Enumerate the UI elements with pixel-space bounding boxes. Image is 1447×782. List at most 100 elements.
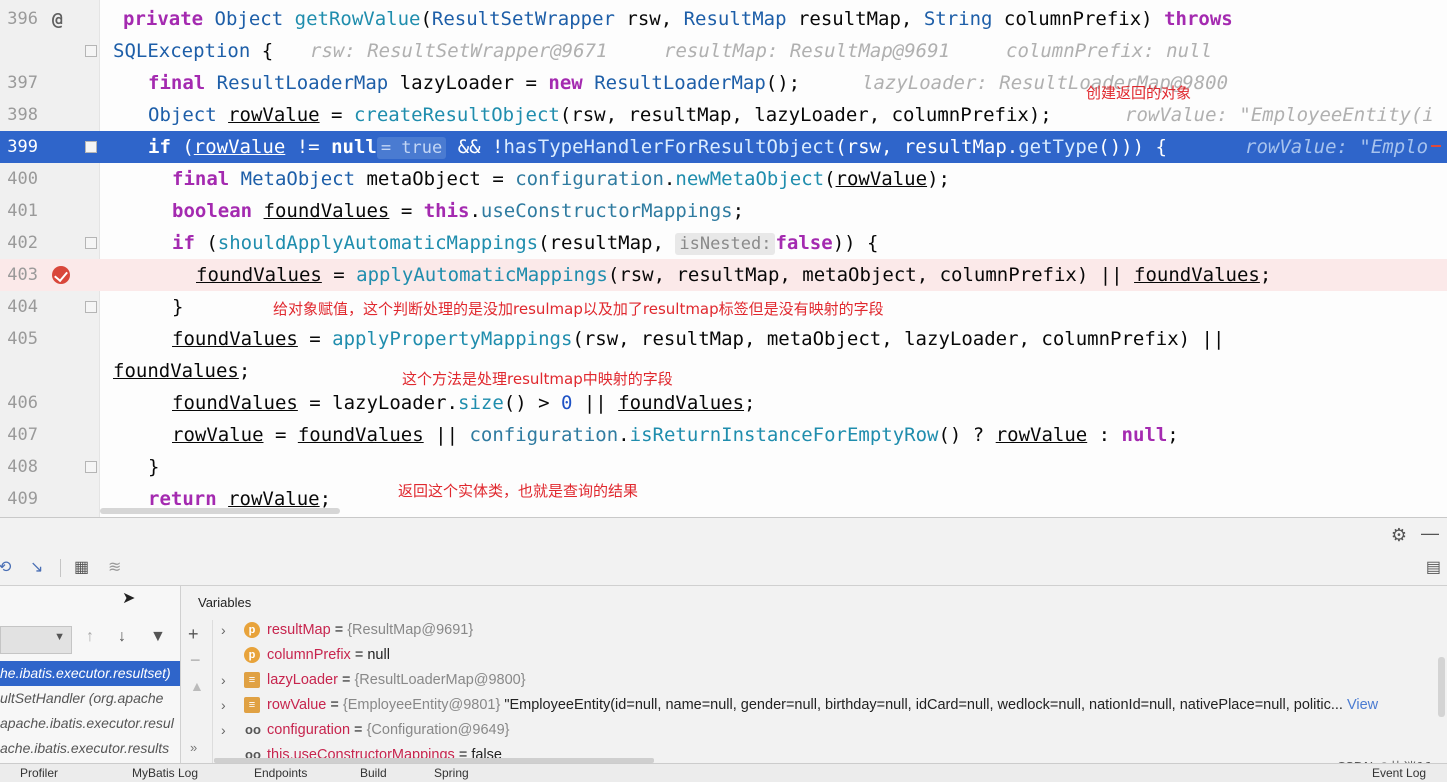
code-line-400[interactable]: 400 final MetaObject metaObject = config… xyxy=(0,163,1447,195)
debug-toolbar: ⟲ ↘ ▦ ≋ ▤ xyxy=(0,551,1447,586)
code-line-406[interactable]: 406 foundValues = lazyLoader.size() > 0 … xyxy=(0,387,1447,419)
inline-hint-resultmap: resultMap: ResultMap@9691 xyxy=(664,40,950,62)
watch-glasses-icon: oo xyxy=(245,722,261,737)
gear-icon[interactable]: ⚙ xyxy=(1391,525,1407,546)
annotation-method-mapping: 这个方法是处理resultmap中映射的字段 xyxy=(402,370,673,388)
tool-tab-spring[interactable]: Spring xyxy=(434,764,469,782)
inline-hint-rsw: rsw: ResultSetWrapper@9671 xyxy=(310,40,608,62)
code-text: if (shouldApplyAutomaticMappings(resultM… xyxy=(172,232,879,255)
breakpoint-icon[interactable] xyxy=(52,266,70,284)
code-line-396-wrap[interactable]: SQLException { rsw: ResultSetWrapper@967… xyxy=(0,35,1447,67)
code-line-397[interactable]: 397 final ResultLoaderMap lazyLoader = n… xyxy=(0,67,1447,99)
code-text: foundValues = applyPropertyMappings(rsw,… xyxy=(172,328,1225,350)
variable-row[interactable]: › ≡ lazyLoader = {ResultLoaderMap@9800} xyxy=(214,668,1447,693)
code-text: foundValues = lazyLoader.size() > 0 || f… xyxy=(172,392,756,414)
line-number: 403 xyxy=(7,265,38,285)
debug-tool-window: ⚙ — ⟲ ↘ ▦ ≋ ▤ ➤ ▼ ↑ ↓ ▼ he.ibatis.execut… xyxy=(0,517,1447,782)
line-number: 407 xyxy=(7,425,38,445)
code-line-398[interactable]: 398 Object rowValue = createResultObject… xyxy=(0,99,1447,131)
horizontal-scrollbar[interactable] xyxy=(100,508,340,514)
variable-row[interactable]: › ≡ rowValue = {EmployeeEntity@9801} "Em… xyxy=(214,693,1447,718)
parameter-icon: p xyxy=(244,647,260,663)
code-text: private Object getRowValue(ResultSetWrap… xyxy=(123,8,1233,30)
tool-tab-event-log[interactable]: Event Log xyxy=(1372,764,1426,782)
chevron-down-icon: ▼ xyxy=(54,631,65,643)
variable-row[interactable]: › oo configuration = {Configuration@9649… xyxy=(214,718,1447,743)
code-line-402[interactable]: 402 if (shouldApplyAutomaticMappings(res… xyxy=(0,227,1447,259)
variables-vscrollbar[interactable] xyxy=(1438,657,1445,717)
line-number: 409 xyxy=(7,489,38,509)
code-text: foundValues = applyAutomaticMappings(rsw… xyxy=(196,264,1272,286)
code-text: final ResultLoaderMap lazyLoader = new R… xyxy=(148,72,801,94)
code-text: boolean foundValues = this.useConstructo… xyxy=(172,200,745,222)
add-watch-icon[interactable]: + xyxy=(188,624,199,645)
code-line-401[interactable]: 401 boolean foundValues = this.useConstr… xyxy=(0,195,1447,227)
line-number: 404 xyxy=(7,297,38,317)
down-arrow-icon[interactable]: ↓ xyxy=(118,628,126,646)
restore-frame-icon[interactable]: ⟲ xyxy=(0,551,11,585)
tool-tab-build[interactable]: Build xyxy=(360,764,387,782)
code-line-405[interactable]: 405 foundValues = applyPropertyMappings(… xyxy=(0,323,1447,355)
filter-icon[interactable]: ▼ xyxy=(150,628,166,646)
code-text: SQLException { xyxy=(113,40,297,62)
tool-tab-endpoints[interactable]: Endpoints xyxy=(254,764,307,782)
expand-chevron-icon[interactable]: › xyxy=(221,693,235,718)
fold-icon[interactable] xyxy=(85,141,97,153)
mouse-cursor-icon: ➤ xyxy=(122,590,136,607)
fold-icon[interactable] xyxy=(85,237,97,249)
fold-icon[interactable] xyxy=(85,301,97,313)
remove-watch-icon[interactable]: − xyxy=(190,650,201,671)
line-number: 405 xyxy=(7,329,38,349)
code-line-403-breakpoint[interactable]: 403 foundValues = applyAutomaticMappings… xyxy=(0,259,1447,291)
bottom-tool-strip: Profiler MyBatis Log Endpoints Build Spr… xyxy=(0,763,1447,782)
thread-selector[interactable]: ▼ xyxy=(0,626,72,654)
trace-icon[interactable]: ≋ xyxy=(108,551,121,585)
view-link[interactable]: View xyxy=(1343,697,1378,713)
variable-row[interactable]: › p resultMap = {ResultMap@9691} xyxy=(214,618,1447,643)
variables-side-toolbar: + − ▲ » xyxy=(182,620,213,763)
layout-icon[interactable]: ▤ xyxy=(1426,551,1441,585)
minimize-icon[interactable]: — xyxy=(1421,523,1439,544)
expand-chevron-icon[interactable]: › xyxy=(221,718,235,743)
frame-item[interactable]: he.ibatis.executor.resultset) xyxy=(0,661,180,686)
variable-row[interactable]: p columnPrefix = null xyxy=(214,643,1447,668)
field-icon: ≡ xyxy=(244,672,260,688)
line-number: 399 xyxy=(7,137,38,157)
up-arrow-icon[interactable]: ↑ xyxy=(86,628,94,646)
override-icon[interactable]: @ xyxy=(52,9,63,30)
fold-icon[interactable] xyxy=(85,461,97,473)
code-text: final MetaObject metaObject = configurat… xyxy=(172,168,950,190)
frame-item[interactable]: apache.ibatis.executor.resul xyxy=(0,711,180,736)
code-line-396[interactable]: 396 @ private Object getRowValue(ResultS… xyxy=(0,3,1447,35)
evaluate-expression-icon[interactable]: ▦ xyxy=(74,551,89,585)
code-text: Object rowValue = createResultObject(rsw… xyxy=(148,104,1052,126)
toolbar-divider xyxy=(60,559,61,577)
more-icon[interactable]: » xyxy=(190,740,197,755)
frame-item[interactable]: ache.ibatis.executor.results xyxy=(0,736,180,761)
fold-icon[interactable] xyxy=(85,45,97,57)
move-up-icon[interactable]: ▲ xyxy=(190,678,204,694)
inlay-param-isnested: isNested: xyxy=(675,233,776,255)
debug-header: ⚙ — xyxy=(0,517,1447,552)
run-to-cursor-icon[interactable]: ↘ xyxy=(30,551,43,585)
frame-item[interactable]: ultSetHandler (org.apache xyxy=(0,686,180,711)
parameter-icon: p xyxy=(244,622,260,638)
frames-pane: ➤ ▼ ↑ ↓ ▼ he.ibatis.executor.resultset) … xyxy=(0,586,181,763)
expand-chevron-icon[interactable]: › xyxy=(221,668,235,693)
code-line-408[interactable]: 408 } xyxy=(0,451,1447,483)
expand-chevron-icon[interactable]: › xyxy=(221,618,235,643)
tool-tab-mybatis-log[interactable]: MyBatis Log xyxy=(132,764,198,782)
code-line-399-execution-point[interactable]: 399 if (rowValue != null = true && !hasTy… xyxy=(0,131,1447,163)
line-number: 406 xyxy=(7,393,38,413)
line-number: 397 xyxy=(7,73,38,93)
code-text: rowValue = foundValues || configuration.… xyxy=(172,424,1179,446)
line-number: 400 xyxy=(7,169,38,189)
code-editor[interactable]: 396 @ private Object getRowValue(ResultS… xyxy=(0,0,1447,517)
line-number: 401 xyxy=(7,201,38,221)
tool-tab-profiler[interactable]: Profiler xyxy=(20,764,58,782)
inline-hint-rowvalue: rowValue: "Emplo xyxy=(1245,136,1429,158)
code-line-405-wrap[interactable]: foundValues; xyxy=(0,355,1447,387)
code-text: foundValues; xyxy=(113,360,251,382)
inlay-value-true: = true xyxy=(376,137,447,159)
code-line-407[interactable]: 407 rowValue = foundValues || configurat… xyxy=(0,419,1447,451)
